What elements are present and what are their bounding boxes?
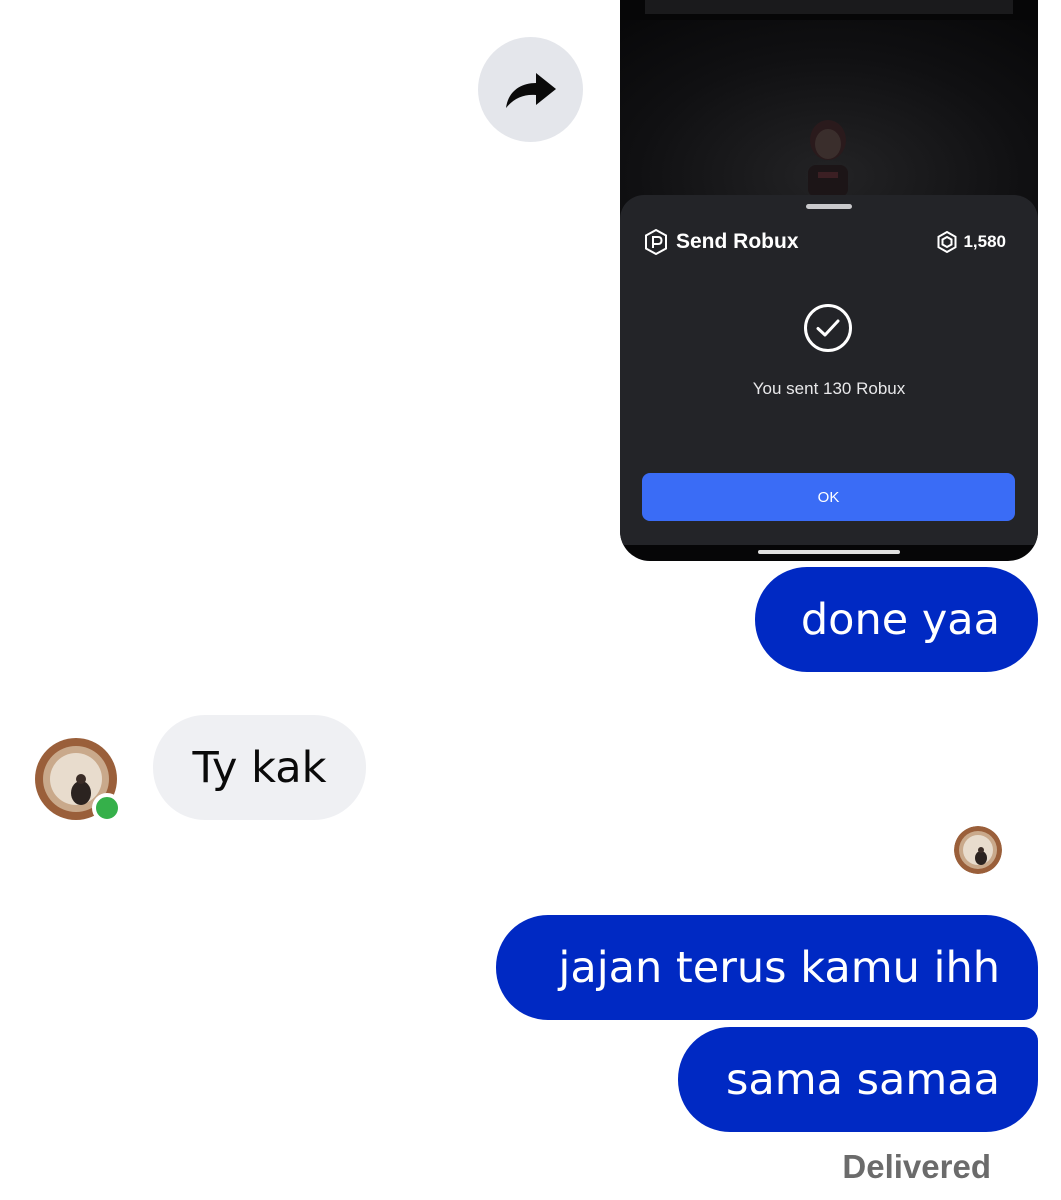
success-check-icon bbox=[804, 304, 852, 352]
sheet-handle[interactable] bbox=[806, 204, 852, 209]
sheet-title-text: Send Robux bbox=[676, 230, 799, 253]
home-indicator bbox=[758, 550, 900, 554]
send-robux-sheet: Send Robux 1,580 You sent 130 Robux OK bbox=[620, 195, 1038, 545]
online-status-dot bbox=[92, 793, 122, 823]
read-receipt-avatar bbox=[954, 826, 1002, 874]
contact-avatar[interactable] bbox=[35, 738, 122, 823]
sheet-title: Send Robux bbox=[644, 229, 799, 255]
robux-balance: 1,580 bbox=[937, 231, 1006, 253]
message-text: jajan terus kamu ihh bbox=[558, 942, 1000, 993]
outgoing-message[interactable]: sama samaa bbox=[678, 1027, 1038, 1132]
balance-value: 1,580 bbox=[963, 232, 1006, 251]
message-text: done yaa bbox=[800, 594, 1000, 645]
roblox-avatar-figure bbox=[808, 120, 848, 197]
message-text: Ty kak bbox=[192, 742, 327, 793]
shared-screenshot[interactable]: Send Robux 1,580 You sent 130 Robux OK bbox=[620, 0, 1038, 561]
robux-icon bbox=[937, 231, 957, 253]
forward-button[interactable] bbox=[478, 37, 583, 142]
robux-send-icon bbox=[645, 229, 667, 255]
delivery-status: Delivered bbox=[842, 1148, 991, 1185]
screenshot-top-bar bbox=[645, 0, 1013, 14]
sent-confirmation-text: You sent 130 Robux bbox=[752, 379, 906, 398]
outgoing-message[interactable]: done yaa bbox=[755, 567, 1038, 672]
incoming-message[interactable]: Ty kak bbox=[153, 715, 366, 820]
ok-button[interactable]: OK bbox=[642, 473, 1015, 521]
share-arrow-icon bbox=[505, 72, 556, 108]
message-text: sama samaa bbox=[726, 1054, 1000, 1105]
outgoing-message[interactable]: jajan terus kamu ihh bbox=[496, 915, 1038, 1020]
